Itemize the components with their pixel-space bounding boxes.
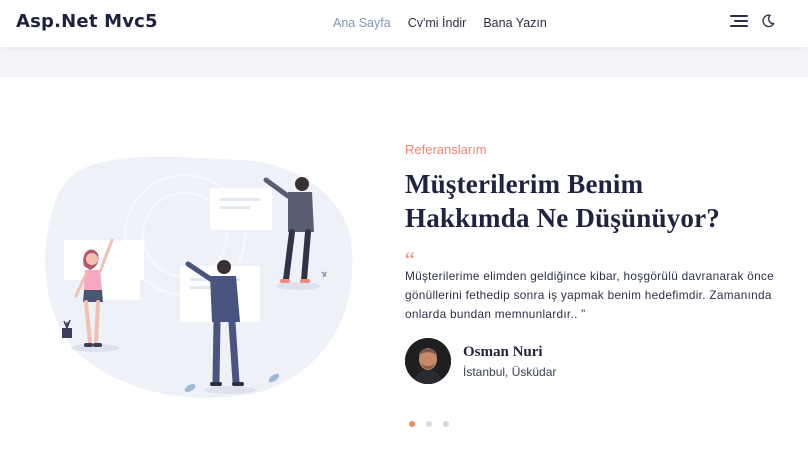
nav-link-home[interactable]: Ana Sayfa — [333, 16, 391, 30]
hamburger-icon[interactable] — [730, 14, 748, 28]
quote-mark-icon: “ — [405, 247, 416, 272]
nav-links: Ana Sayfa Cv'mi İndir Bana Yazın — [333, 16, 547, 30]
avatar — [405, 338, 451, 384]
moon-icon[interactable] — [761, 13, 775, 29]
carousel-dot-3[interactable] — [443, 421, 449, 427]
quote-text: Müşterilerime elimden geldiğince kibar, … — [405, 269, 775, 321]
carousel-dots — [409, 421, 449, 427]
section-eyebrow: Referanslarım — [405, 142, 487, 157]
carousel-dot-1[interactable] — [409, 421, 415, 427]
testimonial-section: Referanslarım Müşterilerim Benim Hakkımd… — [405, 140, 800, 384]
heading-line-2: Hakkımda Ne Düşünüyor? — [405, 203, 720, 233]
navbar: Asp.Net Mvc5 Ana Sayfa Cv'mi İndir Bana … — [0, 0, 808, 47]
nav-link-contact[interactable]: Bana Yazın — [483, 16, 546, 30]
author-name: Osman Nuri — [463, 343, 543, 360]
section-heading: Müşterilerim Benim Hakkımda Ne Düşünüyor… — [405, 167, 800, 235]
nav-icons — [730, 13, 775, 29]
team-illustration — [45, 156, 353, 398]
author-location: İstanbul, Üsküdar — [463, 364, 557, 379]
heading-line-1: Müşterilerim Benim — [405, 169, 644, 199]
author-block: Osman Nuri İstanbul, Üsküdar — [405, 338, 800, 384]
carousel-dot-2[interactable] — [426, 421, 432, 427]
brand-logo[interactable]: Asp.Net Mvc5 — [16, 11, 158, 32]
testimonial-quote: “ Müşterilerime elimden geldiğince kibar… — [405, 247, 800, 324]
section-separator-band — [0, 47, 808, 77]
nav-link-download-cv[interactable]: Cv'mi İndir — [408, 16, 467, 30]
